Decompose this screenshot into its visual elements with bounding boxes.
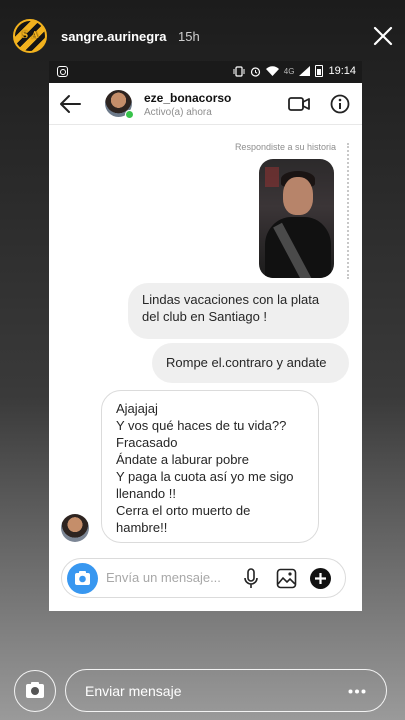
vibrate-icon [233,65,245,77]
contact-username[interactable]: eze_bonacorso [144,91,231,105]
message-thread: Respondiste a su historia Lindas vacacio… [49,125,362,555]
story-reply-input[interactable]: Enviar mensaje [65,669,387,712]
wifi-icon [265,66,279,76]
camera-button[interactable] [67,563,98,594]
message-line: Cerra el orto muerto de [116,503,251,518]
status-time: 19:14 [328,65,356,77]
video-call-icon[interactable] [288,96,310,112]
camera-icon [75,571,90,585]
microphone-icon[interactable] [243,568,259,589]
story-camera-button[interactable] [14,670,56,712]
phone-status-bar: 4G 19:14 [49,61,362,83]
network-type: 4G [283,66,295,76]
outgoing-message[interactable]: Rompe el.contraro y andate [152,343,349,383]
story-reply-placeholder: Enviar mensaje [85,683,182,699]
more-options-button[interactable] [310,568,331,589]
info-icon[interactable] [330,94,350,114]
dm-screenshot: 4G 19:14 eze_bonacorso Activo(a) ahora R… [49,61,362,611]
story-timestamp: 15h [178,29,200,44]
story-reply-thumbnail[interactable] [259,159,334,278]
message-composer: Envía un mensaje... [61,558,346,598]
incoming-message[interactable]: Ajajajaj Y vos qué haces de tu vida?? Fr… [101,390,319,543]
story-reply-note: Respondiste a su historia [234,142,336,152]
plus-icon [315,573,326,584]
battery-icon [315,65,324,77]
message-line: Y paga la cuota así yo me sigo [116,469,294,484]
gallery-icon[interactable] [276,568,297,589]
message-line: hambre!! [116,520,168,535]
message-line: Ándate a laburar pobre [116,452,249,467]
contact-status: Activo(a) ahora [144,107,212,118]
message-input[interactable]: Envía un mensaje... [106,570,221,585]
message-line: Y vos qué haces de tu vida?? [116,418,287,433]
reply-divider [347,143,349,279]
alarm-icon [250,66,260,77]
online-indicator [125,110,134,119]
camera-icon [25,681,44,698]
close-icon[interactable] [373,26,393,46]
more-dots-icon[interactable] [348,689,366,694]
instagram-icon [57,66,68,77]
outgoing-message[interactable]: Lindas vacaciones con la plata del club … [128,283,349,339]
back-arrow-icon[interactable] [59,94,81,114]
message-line: llenando !! [116,486,176,501]
chat-header: eze_bonacorso Activo(a) ahora [49,83,362,125]
sender-avatar[interactable] [61,514,89,542]
story-username[interactable]: sangre.aurinegra [61,29,167,44]
message-line: Fracasado [116,435,178,450]
story-avatar[interactable]: S A [13,19,47,53]
signal-icon [299,66,311,76]
message-line: Ajajajaj [116,401,158,416]
